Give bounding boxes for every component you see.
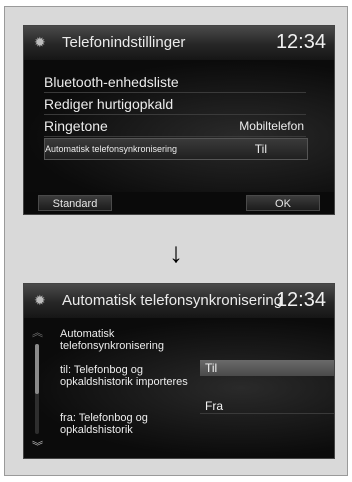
menu-item-label: Rediger hurtigopkald bbox=[44, 96, 174, 112]
option-off[interactable]: Fra bbox=[200, 398, 334, 414]
standard-button[interactable]: Standard bbox=[38, 195, 112, 211]
soft-key-bar: Standard OK bbox=[24, 192, 334, 214]
auto-phone-sync-screen: ✹ Automatisk telefonsynkronisering 12:34… bbox=[23, 283, 335, 459]
scrollbar-thumb[interactable] bbox=[35, 344, 39, 394]
help-text-heading: Automatisk telefonsynkronisering bbox=[60, 328, 164, 352]
chevron-down-icon[interactable]: ︾ bbox=[32, 438, 43, 454]
clock: 12:34 bbox=[275, 31, 326, 53]
title-bar: ✹ Automatisk telefonsynkronisering 12:34 bbox=[24, 284, 334, 319]
screen-title: Telefonindstillinger bbox=[62, 34, 186, 51]
menu-item-bluetooth-device-list[interactable]: Bluetooth-enhedsliste bbox=[44, 72, 306, 93]
help-text-on: til: Telefonbog og opkaldshistorik impor… bbox=[60, 364, 188, 388]
gear-icon: ✹ bbox=[34, 292, 46, 308]
help-text-off: fra: Telefonbog og opkaldshistorik bbox=[60, 412, 148, 436]
clock: 12:34 bbox=[275, 289, 326, 311]
menu-item-value: Mobiltelefon bbox=[239, 119, 304, 133]
menu-item-auto-phone-sync[interactable]: Automatisk telefonsynkronisering Til bbox=[44, 138, 308, 160]
menu-area: Bluetooth-enhedsliste Rediger hurtigopka… bbox=[24, 60, 334, 214]
menu-item-edit-speed-dial[interactable]: Rediger hurtigopkald bbox=[44, 94, 306, 115]
menu-item-label: Bluetooth-enhedsliste bbox=[44, 74, 179, 90]
menu-item-value: Til bbox=[254, 142, 267, 156]
menu-item-ringtone[interactable]: Ringetone Mobiltelefon bbox=[44, 116, 306, 137]
content-area: ︽ ︾ Automatisk telefonsynkronisering til… bbox=[24, 318, 334, 458]
chevron-up-icon[interactable]: ︽ bbox=[32, 324, 43, 340]
scrollbar[interactable] bbox=[35, 344, 39, 434]
menu-item-label: Automatisk telefonsynkronisering bbox=[45, 144, 178, 154]
phone-settings-screen: ✹ Telefonindstillinger 12:34 Bluetooth-e… bbox=[23, 25, 335, 215]
down-arrow-icon: ↓ bbox=[169, 237, 183, 268]
manual-illustration-panel: ✹ Telefonindstillinger 12:34 Bluetooth-e… bbox=[4, 6, 348, 476]
menu-item-label: Ringetone bbox=[44, 118, 108, 134]
screen-title: Automatisk telefonsynkronisering bbox=[62, 292, 283, 309]
option-on[interactable]: Til bbox=[200, 360, 334, 376]
gear-icon: ✹ bbox=[34, 34, 46, 50]
title-bar: ✹ Telefonindstillinger 12:34 bbox=[24, 26, 334, 61]
ok-button[interactable]: OK bbox=[246, 195, 320, 211]
